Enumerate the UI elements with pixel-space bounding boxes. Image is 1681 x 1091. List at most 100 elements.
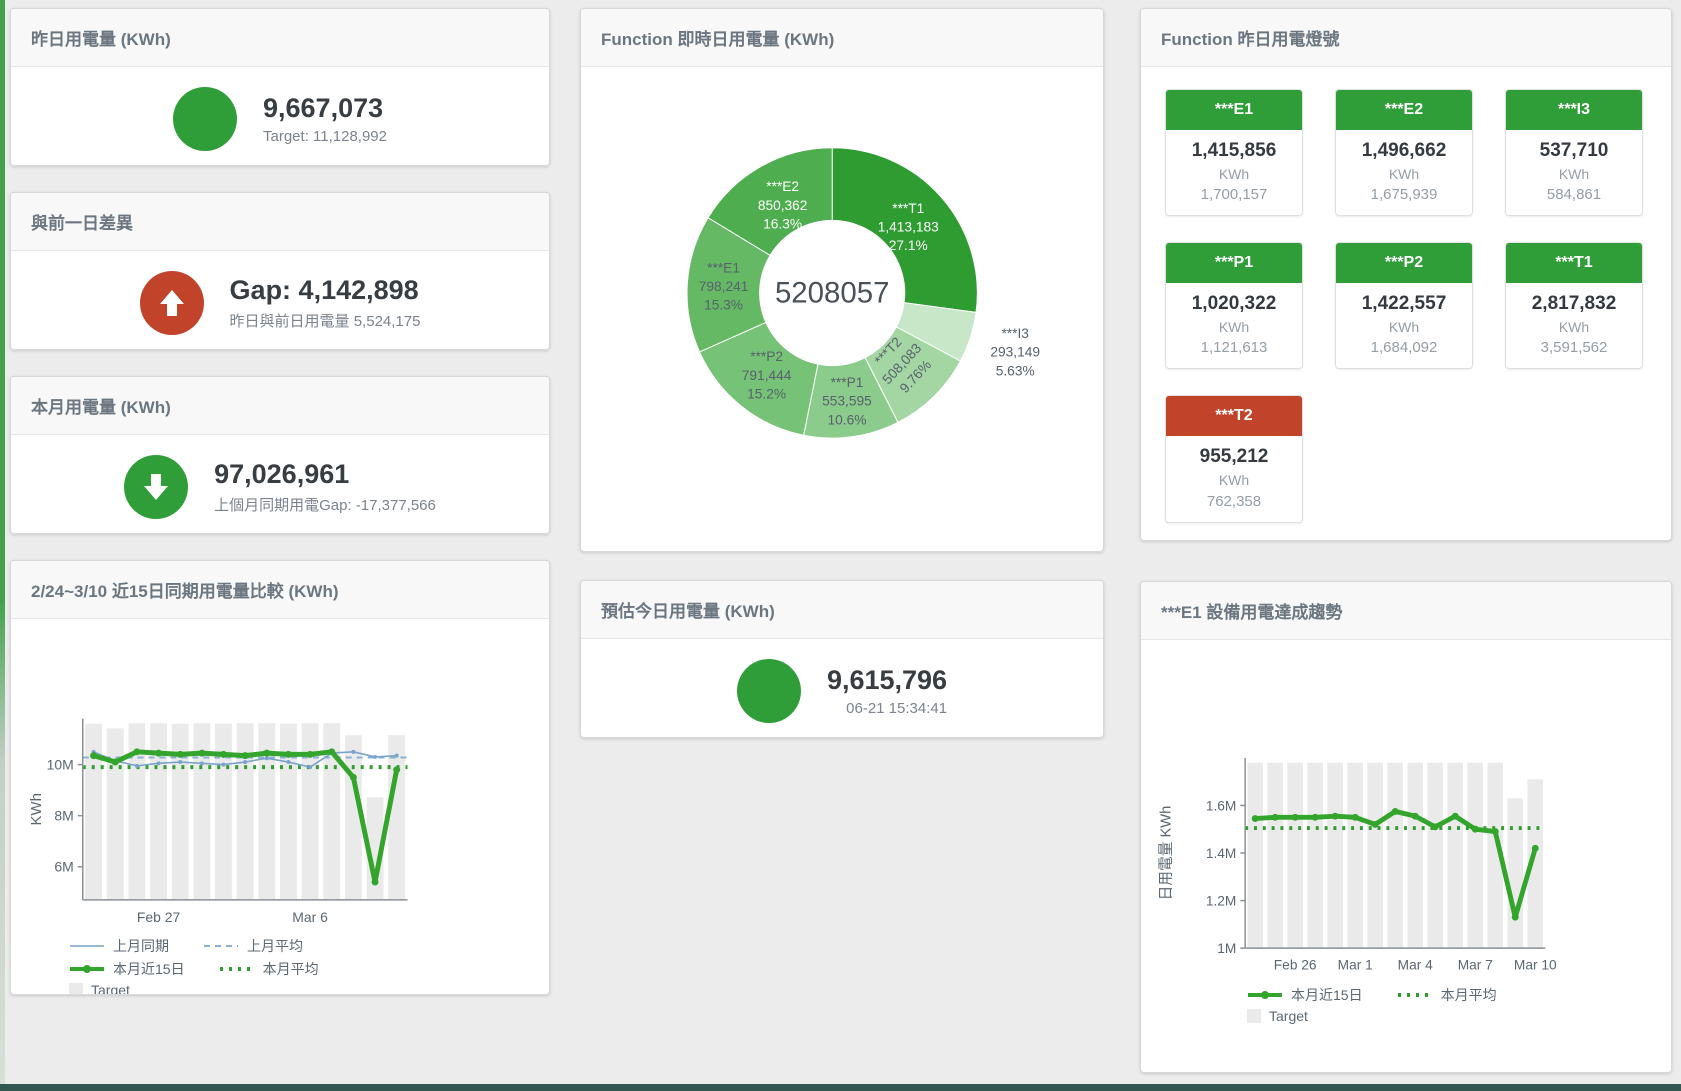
series-point[interactable]	[177, 751, 184, 758]
legend-item[interactable]: 上月同期	[69, 936, 169, 956]
series-point[interactable]	[1372, 821, 1379, 828]
legend-item[interactable]: Target	[1247, 1008, 1308, 1024]
legend-box-swatch	[1247, 1009, 1261, 1023]
series-point[interactable]	[286, 760, 290, 764]
target-bar[interactable]	[107, 728, 124, 900]
series-point[interactable]	[307, 751, 314, 758]
legend-line-swatch	[203, 940, 239, 952]
y-tick-label: 6M	[54, 859, 73, 875]
series-point[interactable]	[155, 750, 162, 757]
panel-title: 昨日用電量 (KWh)	[11, 9, 549, 67]
light-tile-unit: KWh	[1338, 318, 1470, 338]
series-point[interactable]	[221, 763, 225, 767]
series-point[interactable]	[220, 751, 227, 758]
target-bar[interactable]	[215, 724, 232, 900]
legend-box-swatch	[69, 983, 83, 995]
light-tile-target: 1,121,613	[1168, 337, 1300, 358]
target-bar[interactable]	[1347, 763, 1363, 949]
series-point[interactable]	[265, 756, 269, 760]
target-bar[interactable]	[1247, 763, 1263, 949]
target-bar[interactable]	[1327, 763, 1343, 949]
target-bar[interactable]	[1467, 763, 1483, 949]
compare-15days-chart[interactable]: 6M8M10MFeb 27Mar 6KWh	[21, 623, 539, 934]
series-point[interactable]	[393, 766, 400, 773]
middle-column: Function 即時日用電量 (KWh) ***T11,413,18327.1…	[580, 8, 1104, 764]
panel-title: 預估今日用電量 (KWh)	[581, 581, 1103, 639]
legend-item[interactable]: 本月平均	[1397, 985, 1497, 1005]
series-point[interactable]	[1252, 815, 1259, 822]
series-point[interactable]	[178, 760, 182, 764]
x-tick-label: Mar 4	[1398, 958, 1433, 973]
series-point[interactable]	[1292, 814, 1299, 821]
series-point[interactable]	[1452, 813, 1459, 820]
panel-yesterday-lights: Function 昨日用電燈號 ***E11,415,856KWh1,700,1…	[1140, 8, 1672, 541]
series-point[interactable]	[90, 752, 97, 759]
legend-item[interactable]: 本月近15日	[1247, 985, 1363, 1005]
status-circle-icon	[737, 659, 801, 723]
series-point[interactable]	[1512, 914, 1519, 921]
series-point[interactable]	[395, 754, 399, 758]
legend-item[interactable]: Target	[69, 982, 130, 995]
series-point[interactable]	[373, 755, 377, 759]
target-bar[interactable]	[1427, 763, 1443, 949]
y-tick-label: 10M	[47, 757, 74, 773]
target-bar[interactable]	[237, 723, 254, 900]
series-point[interactable]	[1492, 828, 1499, 835]
legend-item[interactable]: 本月平均	[219, 959, 319, 979]
e1-trend-chart[interactable]: 1M1.2M1.4M1.6MFeb 26Mar 1Mar 4Mar 7Mar 1…	[1151, 650, 1661, 983]
series-point[interactable]	[133, 748, 140, 755]
panel-compare-15days: 2/24~3/10 近15日同期用電量比較 (KWh) 6M8M10MFeb 2…	[10, 560, 550, 995]
series-point[interactable]	[1532, 845, 1539, 852]
series-point[interactable]	[1352, 814, 1359, 821]
target-bar[interactable]	[280, 724, 297, 900]
target-bar[interactable]	[302, 723, 319, 900]
target-bar[interactable]	[1287, 763, 1303, 949]
target-bar[interactable]	[172, 724, 189, 900]
light-tile: ***P21,422,557KWh1,684,092	[1335, 242, 1473, 369]
series-point[interactable]	[1312, 814, 1319, 821]
series-point[interactable]	[328, 748, 335, 755]
panel-title: 2/24~3/10 近15日同期用電量比較 (KWh)	[11, 561, 549, 619]
series-point[interactable]	[1472, 826, 1479, 833]
realtime-usage-donut-chart[interactable]: ***T11,413,18327.1%***I3293,1495.63%***T…	[587, 87, 1097, 509]
page-bottom-edge	[0, 1084, 1681, 1091]
series-point[interactable]	[1412, 813, 1419, 820]
series-point[interactable]	[198, 750, 205, 757]
target-bar[interactable]	[388, 735, 405, 900]
series-point[interactable]	[157, 761, 161, 765]
light-tile-label: ***T2	[1166, 396, 1302, 436]
series-point[interactable]	[372, 879, 379, 886]
target-bar[interactable]	[1367, 763, 1383, 949]
kpi-subtitle: 昨日與前日用電量 5,524,175	[230, 310, 421, 331]
target-bar[interactable]	[1267, 763, 1283, 949]
target-bar[interactable]	[1307, 763, 1323, 949]
series-point[interactable]	[285, 751, 292, 758]
right-column: Function 昨日用電燈號 ***E11,415,856KWh1,700,1…	[1140, 8, 1672, 1073]
target-bar[interactable]	[1447, 763, 1463, 949]
panel-title: ***E1 設備用電達成趨勢	[1141, 582, 1671, 640]
series-point[interactable]	[350, 774, 357, 781]
target-bar[interactable]	[1407, 763, 1423, 949]
series-point[interactable]	[135, 764, 139, 768]
series-point[interactable]	[243, 760, 247, 764]
light-tile-value: 1,496,662	[1338, 138, 1470, 165]
panel-title: Function 即時日用電量 (KWh)	[581, 9, 1103, 67]
series-point[interactable]	[112, 759, 119, 766]
series-point[interactable]	[1432, 823, 1439, 830]
series-point[interactable]	[351, 750, 355, 754]
target-bar[interactable]	[1387, 763, 1403, 949]
donut-slice-label: ***I3293,1495.63%	[990, 326, 1040, 378]
series-point[interactable]	[1272, 814, 1279, 821]
compare-15days-legend: 上月同期 上月平均本月近15日 本月平均 Target	[21, 936, 539, 995]
series-point[interactable]	[308, 765, 312, 769]
series-point[interactable]	[1332, 813, 1339, 820]
target-bar[interactable]	[1507, 798, 1523, 948]
series-point[interactable]	[242, 752, 249, 759]
kpi-subtitle: Target: 11,128,992	[263, 128, 387, 145]
panel-title: 與前一日差異	[11, 193, 549, 251]
series-point[interactable]	[1392, 808, 1399, 815]
legend-item[interactable]: 上月平均	[203, 936, 303, 956]
series-point[interactable]	[200, 761, 204, 765]
series-point[interactable]	[263, 750, 270, 757]
legend-item[interactable]: 本月近15日	[69, 959, 185, 979]
